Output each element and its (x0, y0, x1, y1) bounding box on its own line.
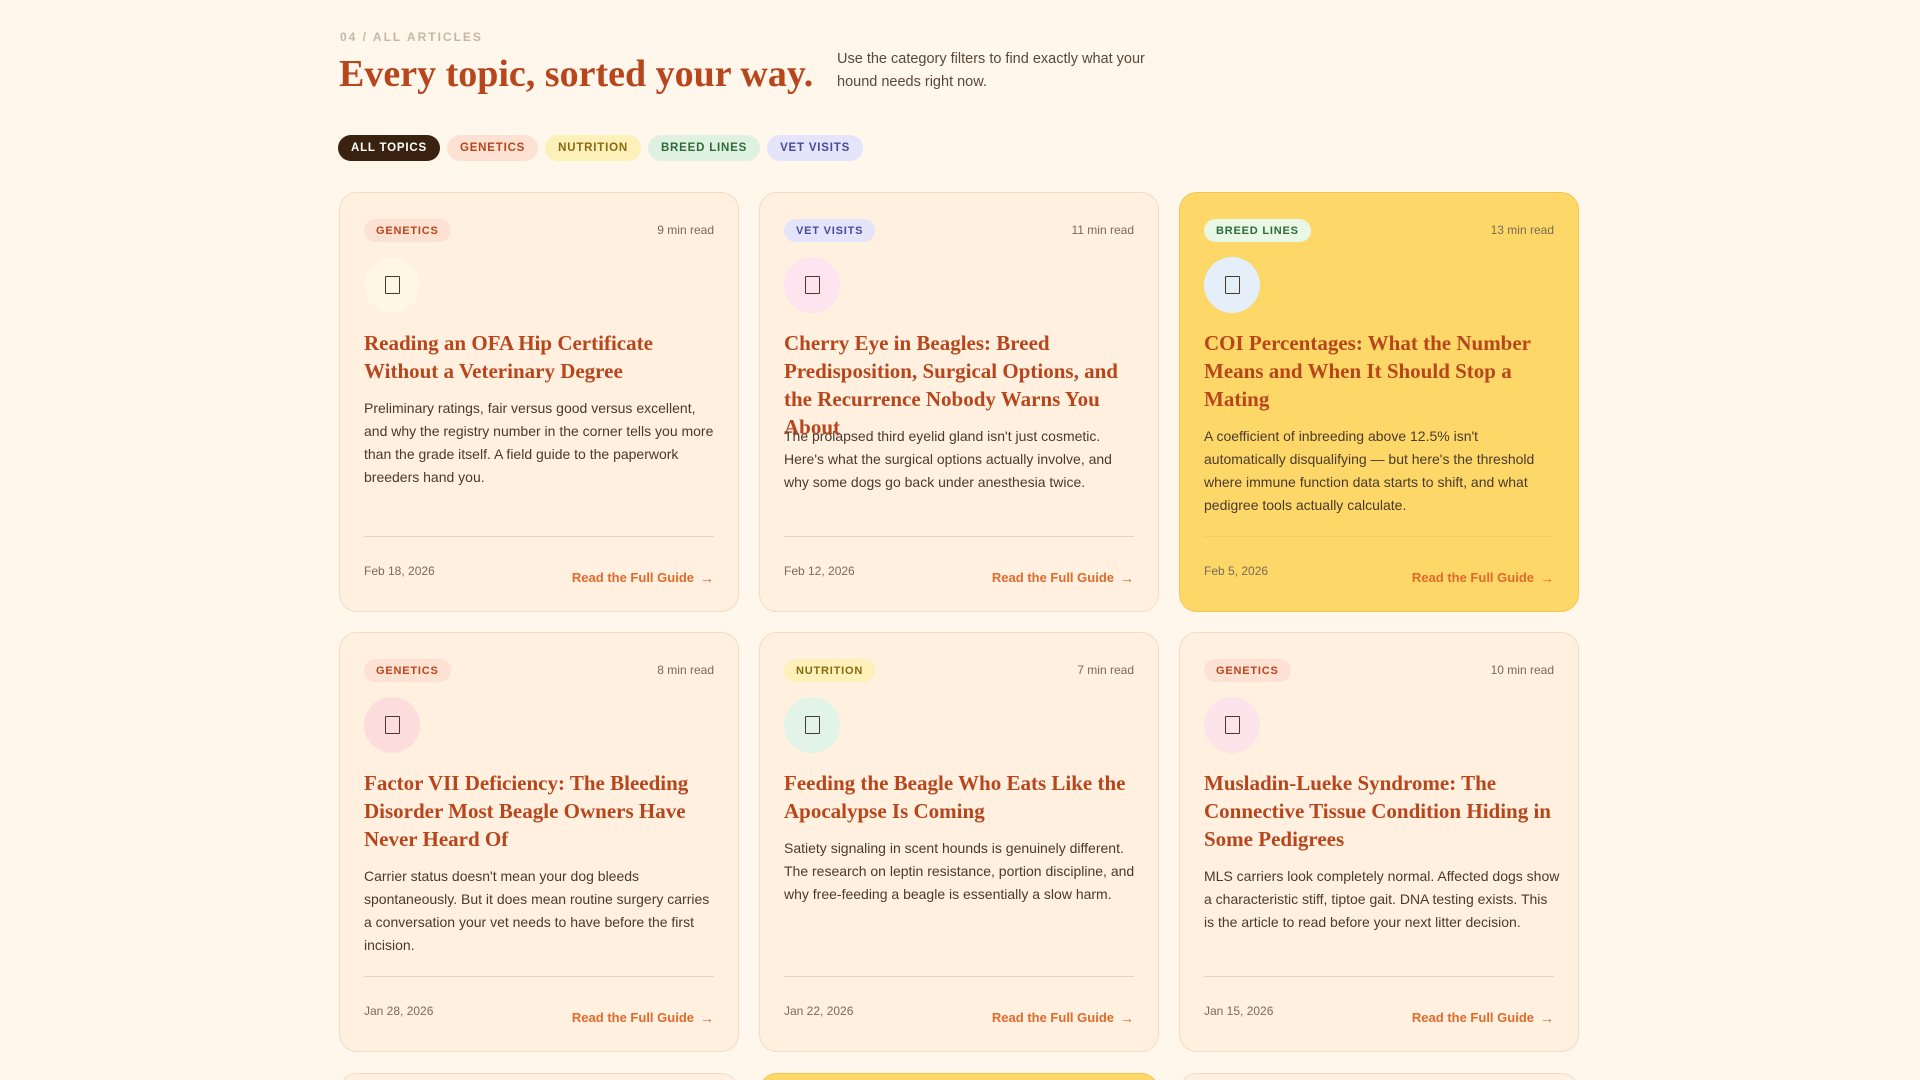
arrow-right-icon: → (1120, 1009, 1134, 1026)
filter-genetics[interactable]: GENETICS (446, 135, 539, 161)
read-guide-link[interactable]: Read the Full Guide → (1412, 570, 1554, 585)
blood-drop-icon (364, 697, 420, 753)
category-tag: GENETICS (1204, 659, 1291, 682)
food-bowl-icon (784, 697, 840, 753)
document-icon (364, 257, 420, 313)
publish-date: Feb 18, 2026 (364, 564, 435, 578)
card-divider (784, 536, 1134, 537)
read-guide-label: Read the Full Guide (571, 570, 694, 585)
publish-date: Feb 12, 2026 (784, 564, 855, 578)
page-title: Every topic, sorted your way. (339, 53, 814, 95)
category-tag: VET VISITS (784, 219, 876, 242)
read-guide-label: Read the Full Guide (571, 1010, 694, 1025)
arrow-right-icon: → (1120, 569, 1134, 586)
article-title[interactable]: Reading an OFA Hip Certificate Without a… (364, 329, 716, 385)
read-time: 8 min read (657, 663, 714, 677)
arrow-right-icon: → (1540, 1009, 1554, 1026)
arrow-right-icon: → (700, 1009, 714, 1026)
category-tag: BREED LINES (1204, 219, 1311, 242)
filter-all-topics[interactable]: ALL TOPICS (338, 135, 440, 161)
publish-date: Jan 22, 2026 (784, 1004, 854, 1018)
dna-icon (1204, 697, 1260, 753)
article-card-featured[interactable]: BREED LINES 13 min read COI Percentages:… (1179, 192, 1579, 612)
eye-icon (784, 257, 840, 313)
read-guide-label: Read the Full Guide (1411, 1010, 1534, 1025)
read-time: 10 min read (1490, 663, 1554, 677)
read-guide-label: Read the Full Guide (991, 570, 1114, 585)
section-eyebrow: 04 / ALL ARTICLES (340, 30, 483, 44)
category-tag: GENETICS (364, 219, 451, 242)
article-title[interactable]: Factor VII Deficiency: The Bleeding Diso… (364, 769, 716, 853)
article-card[interactable]: GENETICS 8 min read Factor VII Deficienc… (339, 632, 739, 1052)
read-guide-label: Read the Full Guide (1411, 570, 1534, 585)
read-guide-link[interactable]: Read the Full Guide → (992, 1010, 1134, 1025)
article-card[interactable]: VET VISITS 11 min read Cherry Eye in Bea… (759, 192, 1159, 612)
read-guide-label: Read the Full Guide (991, 1010, 1114, 1025)
filter-nutrition[interactable]: NUTRITION (545, 135, 641, 161)
category-tag: NUTRITION (784, 659, 876, 682)
arrow-right-icon: → (1540, 569, 1554, 586)
article-card-partial[interactable] (339, 1073, 739, 1080)
read-time: 13 min read (1490, 223, 1554, 237)
read-time: 7 min read (1077, 663, 1134, 677)
article-excerpt: Carrier status doesn't mean your dog ble… (364, 868, 710, 953)
article-excerpt: The prolapsed third eyelid gland isn't j… (784, 428, 1112, 490)
read-guide-link[interactable]: Read the Full Guide → (572, 570, 714, 585)
article-grid: GENETICS 9 min read Reading an OFA Hip C… (339, 192, 1579, 1052)
card-divider (1204, 976, 1554, 977)
read-guide-link[interactable]: Read the Full Guide → (572, 1010, 714, 1025)
publish-date: Jan 28, 2026 (364, 1004, 434, 1018)
category-tag: GENETICS (364, 659, 451, 682)
filter-breed-lines[interactable]: BREED LINES (647, 135, 761, 161)
article-title[interactable]: Musladin-Lueke Syndrome: The Connective … (1204, 769, 1556, 853)
article-card[interactable]: GENETICS 10 min read Musladin-Lueke Synd… (1179, 632, 1579, 1052)
card-divider (364, 536, 714, 537)
article-excerpt: Satiety signaling in scent hounds is gen… (784, 840, 1135, 902)
publish-date: Jan 15, 2026 (1204, 1004, 1274, 1018)
read-time: 11 min read (1071, 223, 1134, 237)
article-card-partial[interactable] (759, 1073, 1159, 1080)
article-card[interactable]: NUTRITION 7 min read Feeding the Beagle … (759, 632, 1159, 1052)
article-card-partial[interactable] (1179, 1073, 1579, 1080)
filter-vet-visits[interactable]: VET VISITS (767, 135, 864, 161)
section-intro: Use the category filters to find exactly… (837, 51, 1145, 90)
card-divider (364, 976, 714, 977)
article-excerpt: MLS carriers look completely normal. Aff… (1204, 868, 1560, 930)
article-excerpt: A coefficient of inbreeding above 12.5% … (1204, 428, 1535, 513)
card-divider (1204, 536, 1554, 537)
read-guide-link[interactable]: Read the Full Guide → (1412, 1010, 1554, 1025)
article-title[interactable]: Feeding the Beagle Who Eats Like the Apo… (784, 769, 1136, 825)
article-excerpt: Preliminary ratings, fair versus good ve… (364, 400, 714, 485)
publish-date: Feb 5, 2026 (1204, 564, 1269, 578)
article-card[interactable]: GENETICS 9 min read Reading an OFA Hip C… (339, 192, 739, 612)
card-divider (784, 976, 1134, 977)
arrow-right-icon: → (700, 569, 714, 586)
read-guide-link[interactable]: Read the Full Guide → (992, 570, 1134, 585)
read-time: 9 min read (657, 223, 714, 237)
pedigree-icon (1204, 257, 1260, 313)
article-title[interactable]: COI Percentages: What the Number Means a… (1204, 329, 1556, 413)
category-filters: ALL TOPICS GENETICS NUTRITION BREED LINE… (338, 135, 864, 161)
